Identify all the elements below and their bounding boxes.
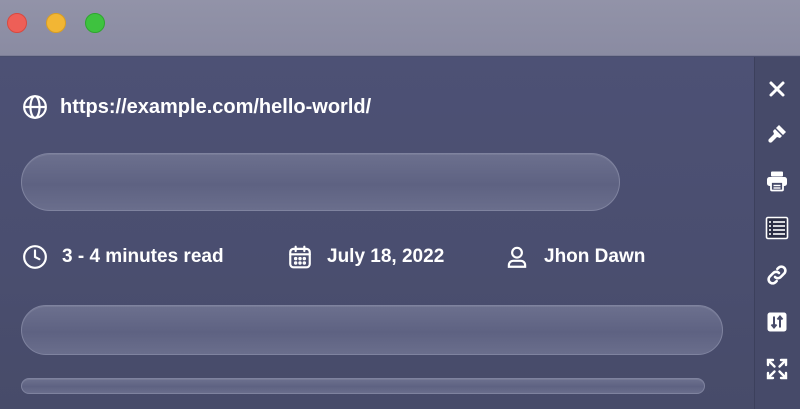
window-titlebar [0,0,800,56]
close-reader-button[interactable] [764,76,790,102]
fullscreen-button[interactable] [764,356,790,382]
sort-icon [767,312,787,332]
copy-link-button[interactable] [764,262,790,288]
author: Jhon Dawn [504,242,645,272]
subtitle-placeholder [21,305,723,355]
list-icon [765,216,789,240]
calendar-icon [289,245,311,269]
title-placeholder [21,153,620,211]
read-time-label: 3 - 4 minutes read [62,246,224,267]
page-url[interactable]: https://example.com/hello-world/ [60,96,371,119]
style-button[interactable] [764,121,790,147]
globe-icon [23,95,47,119]
sort-button[interactable] [764,309,790,335]
clock-icon [23,245,47,269]
print-button[interactable] [764,168,790,194]
maximize-window-button[interactable] [85,13,105,33]
expand-icon [766,358,788,380]
minimize-window-button[interactable] [46,13,66,33]
user-icon [507,246,527,268]
publish-date-label: July 18, 2022 [327,246,445,267]
close-window-button[interactable] [7,13,27,33]
body-placeholder [21,378,705,394]
brush-icon [768,125,786,143]
read-time: 3 - 4 minutes read [22,242,224,272]
link-icon [767,265,787,285]
page-url-row: https://example.com/hello-world/ [22,94,371,120]
table-of-contents-button[interactable] [764,215,790,241]
publish-date: July 18, 2022 [287,242,444,272]
close-icon [769,81,785,97]
author-name: Jhon Dawn [544,246,646,267]
printer-icon [767,171,787,192]
